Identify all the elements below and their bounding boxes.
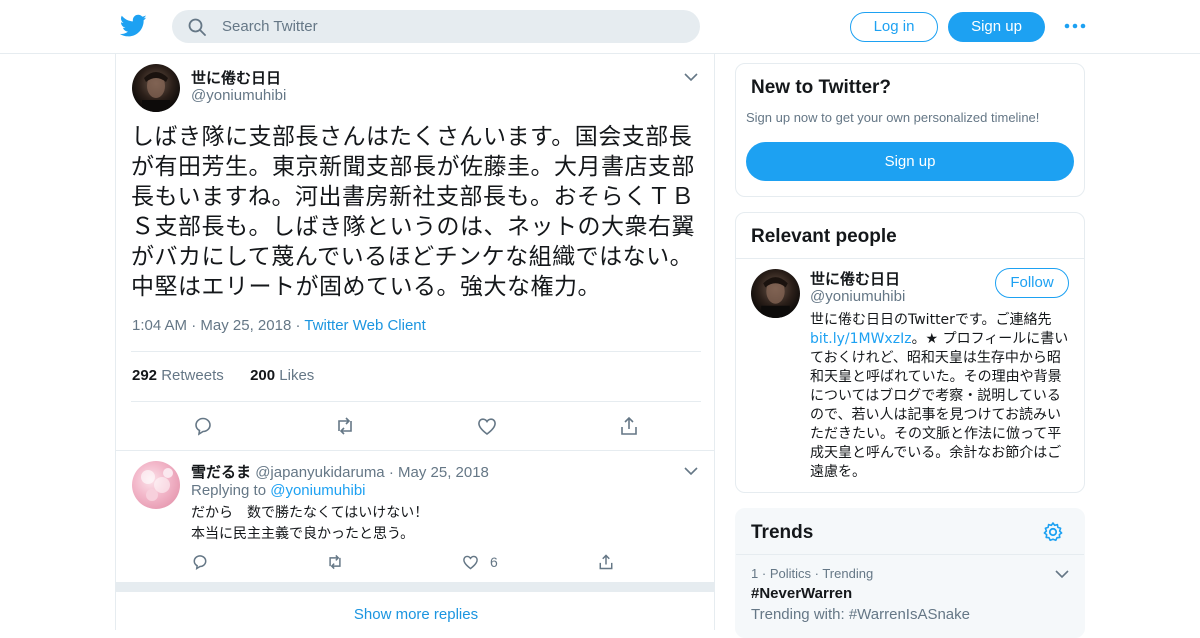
retweet-icon[interactable] — [334, 415, 356, 437]
trend-rank: 1 — [751, 566, 759, 581]
tweet-author-name[interactable]: 世に倦む日日 — [191, 67, 281, 88]
tweet-timestamp: 1:04 AM · May 25, 2018 · Twitter Web Cli… — [132, 317, 426, 334]
tweet-stats: 292 Retweets 200 Likes — [132, 367, 314, 384]
relevant-person-handle[interactable]: @yoniumuhibi — [810, 288, 905, 305]
reply-author-avatar[interactable] — [132, 461, 180, 509]
new-to-twitter-subtitle: Sign up now to get your own personalized… — [746, 110, 1040, 125]
replies-separator — [116, 582, 714, 592]
bio-link[interactable]: bit.ly/1MWxzIz — [810, 331, 912, 347]
bio-text: 世に倦む日日のTwitterです。ご連絡先 — [810, 312, 1052, 328]
reply-date[interactable]: May 25, 2018 — [398, 464, 489, 481]
divider — [736, 258, 1084, 259]
relevant-people-title: Relevant people — [751, 226, 897, 247]
trend-category: Politics — [769, 566, 811, 581]
relevant-person-bio: 世に倦む日日のTwitterです。ご連絡先 bit.ly/1MWxzIz。★ プロ… — [810, 311, 1072, 482]
gear-icon[interactable] — [1042, 521, 1064, 543]
trends-title: Trends — [751, 522, 814, 543]
divider — [131, 401, 701, 402]
replying-to-label: Replying to — [191, 482, 267, 499]
like-stat-label: Likes — [279, 367, 315, 384]
chevron-down-icon[interactable] — [684, 72, 698, 82]
like-count: 200 — [250, 367, 276, 384]
reply-text-line: 本当に民主主義で良かったと思う。 — [191, 526, 415, 542]
retweet-count: 292 — [132, 367, 158, 384]
reply-author-line: 雪だるま @japanyukidaruma · May 25, 2018 — [191, 464, 489, 481]
share-icon[interactable] — [597, 553, 615, 571]
signup-button[interactable]: Sign up — [948, 12, 1045, 42]
reply-author-name[interactable]: 雪だるま — [191, 464, 251, 481]
more-dots-icon[interactable] — [1063, 18, 1087, 34]
bio-text: 。★ プロフィールに書いておくけれど、昭和天皇は生存中から昭和天皇と呼ばれていた… — [810, 331, 1069, 480]
reply-icon[interactable] — [191, 553, 209, 571]
heart-icon[interactable] — [461, 553, 480, 571]
reply-like-count: 6 — [490, 554, 498, 570]
divider — [736, 554, 1084, 555]
search-input[interactable] — [222, 10, 682, 43]
tweet-author-handle[interactable]: @yoniumuhibi — [191, 87, 286, 104]
retweet-stat[interactable]: 292 Retweets — [132, 367, 224, 384]
like-stat[interactable]: 200 Likes — [250, 367, 314, 384]
show-more-replies-link[interactable]: Show more replies — [116, 606, 714, 623]
divider — [131, 351, 701, 352]
share-icon[interactable] — [618, 415, 640, 437]
tweet-time[interactable]: 1:04 AM — [132, 317, 187, 334]
reply-author-handle[interactable]: @japanyukidaruma — [255, 464, 384, 481]
search-icon — [188, 18, 206, 36]
replying-to: Replying to @yoniumuhibi — [191, 482, 366, 499]
reply-text: だから 数で勝たなくてはいけない！ 本当に民主主義で良かったと思う。 — [191, 503, 428, 545]
search-bar[interactable] — [172, 10, 700, 43]
replying-to-handle[interactable]: @yoniumuhibi — [270, 482, 365, 499]
heart-icon[interactable] — [476, 415, 498, 437]
relevant-person-name[interactable]: 世に倦む日日 — [810, 268, 900, 289]
trend-trending-with[interactable]: Trending with: #WarrenIsASnake — [751, 606, 970, 623]
reply-text-line: だから 数で勝たなくてはいけない！ — [191, 505, 429, 521]
retweet-icon[interactable] — [325, 553, 345, 571]
new-to-twitter-card: New to Twitter? Sign up now to get your … — [735, 63, 1085, 197]
follow-button[interactable]: Follow — [995, 268, 1069, 298]
trend-hashtag[interactable]: #NeverWarren — [751, 585, 852, 602]
tweet-text: しばき隊に支部長さんはたくさんいます。国会支部長が有田芳生。東京新聞支部長が佐藤… — [131, 124, 695, 300]
reply-icon[interactable] — [192, 415, 214, 437]
relevant-person-avatar[interactable] — [751, 269, 800, 318]
tweet-date[interactable]: May 25, 2018 — [200, 317, 291, 334]
trends-card: Trends 1 · Politics · Trending #NeverWar… — [735, 508, 1085, 638]
chevron-down-icon[interactable] — [684, 466, 698, 476]
twitter-bird-icon[interactable] — [120, 14, 147, 38]
tweet-client-link[interactable]: Twitter Web Client — [304, 317, 425, 334]
top-navigation-bar: Log in Sign up — [0, 0, 1200, 54]
tweet-column: 世に倦む日日 @yoniumuhibi しばき隊に支部長さんはたくさんいます。国… — [115, 54, 715, 630]
trend-meta: 1 · Politics · Trending — [751, 566, 874, 581]
chevron-down-icon[interactable] — [1055, 569, 1069, 579]
sidebar-signup-button[interactable]: Sign up — [746, 142, 1074, 181]
retweet-stat-label: Retweets — [161, 367, 224, 384]
trend-status: Trending — [822, 566, 874, 581]
divider — [116, 450, 714, 451]
relevant-people-card: Relevant people 世に倦む日日 @yoniumuhibi Foll… — [735, 212, 1085, 493]
author-avatar[interactable] — [132, 64, 180, 112]
new-to-twitter-title: New to Twitter? — [751, 77, 892, 98]
login-button[interactable]: Log in — [850, 12, 938, 42]
